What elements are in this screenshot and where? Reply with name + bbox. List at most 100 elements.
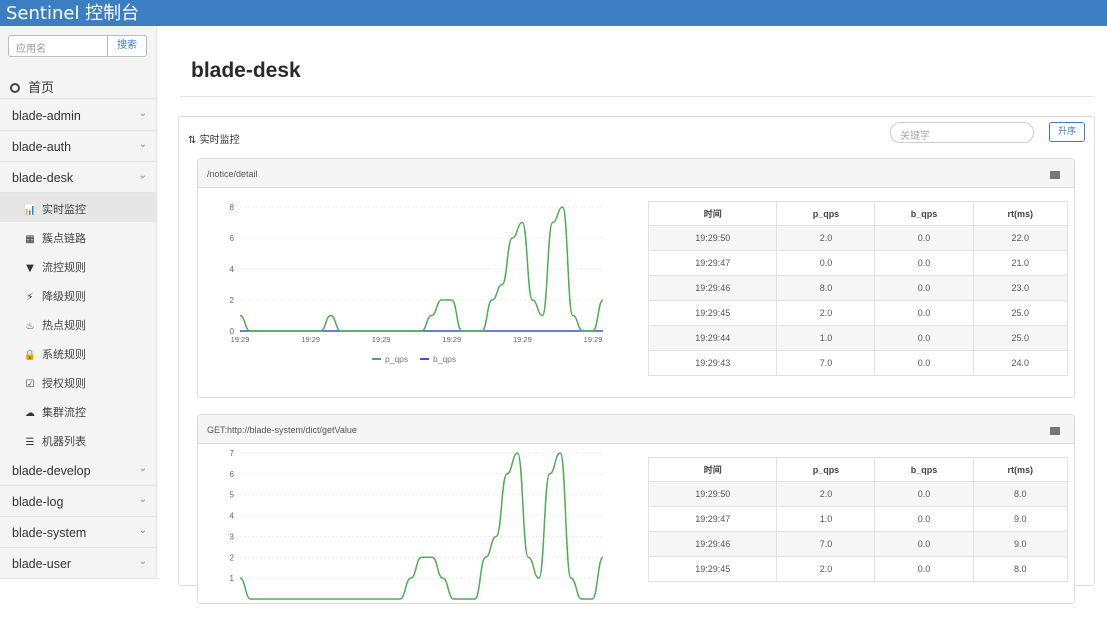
table-cell: 21.0 xyxy=(972,250,1068,276)
metrics-table: 时间 p_qps b_qps rt(ms) 19:29:50 2.0 0.0 22.0 19:2… xyxy=(647,201,1068,376)
submenu-item-label: 机器列表 xyxy=(42,435,86,448)
submenu-item-label: 热点规则 xyxy=(42,319,86,332)
sidebar-home[interactable]: 首页 xyxy=(0,68,157,99)
submenu-item-list[interactable]: ☰ 机器列表 xyxy=(0,425,157,454)
chevron-down-icon: ⌄ xyxy=(138,525,147,536)
column-header: b_qps xyxy=(874,201,974,226)
legend-label[interactable]: b_qps xyxy=(433,354,456,364)
legend-label[interactable]: p_qps xyxy=(385,354,408,364)
bar-chart-icon: 📊 xyxy=(23,205,37,216)
sidebar-home-label: 首页 xyxy=(28,81,55,96)
sidebar-app-label: blade-desk xyxy=(12,171,74,185)
resource-card: GET:http://blade-system/dict/getValue 时间 p… xyxy=(197,414,1075,604)
sidebar-app-blade-log[interactable]: blade-log ⌄ xyxy=(0,486,157,517)
table-cell: 0.0 xyxy=(874,225,974,251)
table-cell: 0.0 xyxy=(874,506,974,532)
table-cell: 0.0 xyxy=(874,325,974,351)
submenu-item-label: 降级规则 xyxy=(42,290,86,303)
sidebar-app-blade-user[interactable]: blade-user ⌄ xyxy=(0,548,157,579)
y-tick-label: 4 xyxy=(230,265,235,274)
table-cell: 25.0 xyxy=(972,300,1068,326)
sidebar-app-label: blade-system xyxy=(12,526,87,540)
submenu-item-flash[interactable]: ⚡ 降级规则 xyxy=(0,280,157,309)
submenu-item-label: 集群流控 xyxy=(42,406,86,419)
table-cell: 2.0 xyxy=(776,481,876,507)
submenu-item-cloud[interactable]: ☁ 集群流控 xyxy=(0,396,157,425)
keyword-input[interactable]: 关键字 xyxy=(890,122,1034,143)
table-row: 19:29:44 1.0 0.0 25.0 xyxy=(647,325,1068,351)
resource-name: /notice/detail xyxy=(207,169,258,179)
y-tick-label: 5 xyxy=(230,491,235,500)
y-tick-label: 6 xyxy=(230,470,235,479)
table-row: 19:29:46 7.0 0.0 9.0 xyxy=(647,531,1068,557)
table-cell: 2.0 xyxy=(776,300,876,326)
y-tick-label: 4 xyxy=(230,512,235,521)
dashboard-icon xyxy=(10,83,20,93)
collapse-icon[interactable] xyxy=(1050,171,1060,179)
submenu-item-fire[interactable]: ♨ 热点规则 xyxy=(0,309,157,338)
chevron-down-icon: ⌄ xyxy=(138,170,147,181)
list-icon: ☰ xyxy=(25,437,35,448)
sort-order-button[interactable]: 升序 xyxy=(1049,122,1085,142)
monitor-panel-title: ⇅ 实时监控 xyxy=(188,131,240,146)
table-row: 19:29:50 2.0 0.0 8.0 xyxy=(647,481,1068,507)
collapse-icon[interactable] xyxy=(1050,427,1060,435)
table-cell: 8.0 xyxy=(972,481,1068,507)
submenu-item-table[interactable]: ▦ 簇点链路 xyxy=(0,222,157,251)
chevron-down-icon: ⌄ xyxy=(138,556,147,567)
column-header: b_qps xyxy=(874,457,974,482)
table-cell: 19:29:50 xyxy=(647,225,778,251)
sidebar-app-label: blade-log xyxy=(12,495,64,509)
app-search: 应用名 搜索 xyxy=(8,35,147,57)
table-cell: 19:29:47 xyxy=(647,250,778,276)
sidebar-app-blade-system[interactable]: blade-system ⌄ xyxy=(0,517,157,548)
table-cell: 24.0 xyxy=(972,350,1068,376)
table-cell: 19:29:46 xyxy=(647,531,778,557)
submenu-item-lock[interactable]: 🔒 系统规则 xyxy=(0,338,157,367)
chevron-down-icon: ⌄ xyxy=(138,108,147,119)
table-cell: 8.0 xyxy=(776,275,876,301)
sidebar: 应用名 搜索 首页 blade-admin ⌄ blade-auth ⌄ blade-d… xyxy=(0,26,157,579)
sidebar-app-label: blade-admin xyxy=(12,109,81,123)
sidebar-app-blade-desk[interactable]: blade-desk ⌄ xyxy=(0,162,157,193)
table-header-row: 时间 p_qps b_qps rt(ms) xyxy=(647,457,1068,482)
x-tick-label: 19:29 xyxy=(231,335,250,344)
submenu-item-filter[interactable]: ▼ 流控规则 xyxy=(0,251,157,280)
table-cell: 0.0 xyxy=(874,275,974,301)
sidebar-app-blade-develop[interactable]: blade-develop ⌄ xyxy=(0,455,157,486)
table-cell: 2.0 xyxy=(776,225,876,251)
resource-card-header: GET:http://blade-system/dict/getValue xyxy=(198,415,1074,444)
y-tick-label: 2 xyxy=(230,296,235,305)
table-cell: 0.0 xyxy=(874,250,974,276)
monitor-panel-title-text: 实时监控 xyxy=(199,135,240,146)
table-icon: ▦ xyxy=(25,234,35,245)
y-tick-label: 7 xyxy=(230,449,235,458)
sidebar-app-blade-auth[interactable]: blade-auth ⌄ xyxy=(0,131,157,162)
brand-title[interactable]: Sentinel 控制台 xyxy=(6,0,139,25)
chevron-down-icon: ⌄ xyxy=(138,463,147,474)
submenu-item-label: 授权规则 xyxy=(42,377,86,390)
fire-icon: ♨ xyxy=(25,321,35,332)
x-tick-label: 19:29 xyxy=(372,335,391,344)
column-header: 时间 xyxy=(647,457,778,482)
table-cell: 19:29:45 xyxy=(647,300,778,326)
app-search-input[interactable]: 应用名 xyxy=(8,35,108,57)
y-tick-label: 3 xyxy=(230,532,235,541)
column-header: rt(ms) xyxy=(972,457,1068,482)
chevron-down-icon: ⌄ xyxy=(138,139,147,150)
column-header: p_qps xyxy=(776,457,876,482)
x-tick-label: 19:29 xyxy=(301,335,320,344)
lock-icon: 🔒 xyxy=(23,350,37,361)
y-tick-label: 1 xyxy=(230,574,235,583)
app-search-button[interactable]: 搜索 xyxy=(107,35,147,57)
submenu-item-check-circle[interactable]: ☑ 授权规则 xyxy=(0,367,157,396)
metrics-table: 时间 p_qps b_qps rt(ms) 19:29:50 2.0 0.0 8.0 19:29… xyxy=(647,457,1068,582)
table-row: 19:29:45 2.0 0.0 25.0 xyxy=(647,300,1068,326)
table-cell: 22.0 xyxy=(972,225,1068,251)
column-header: p_qps xyxy=(776,201,876,226)
sidebar-app-blade-admin[interactable]: blade-admin ⌄ xyxy=(0,100,157,131)
resource-name: GET:http://blade-system/dict/getValue xyxy=(207,425,357,435)
submenu-item-bar-chart[interactable]: 📊 实时监控 xyxy=(0,193,157,222)
submenu-item-label: 实时监控 xyxy=(42,203,86,216)
page-title: blade-desk xyxy=(191,59,301,82)
